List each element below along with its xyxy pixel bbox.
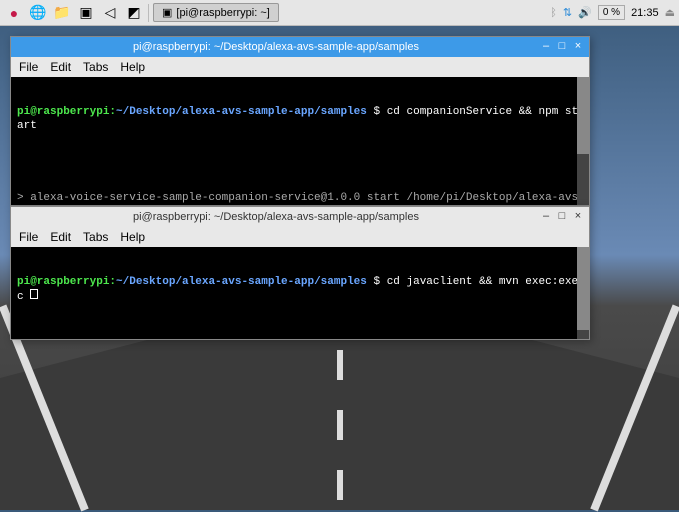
clock[interactable]: 21:35	[631, 7, 659, 19]
app-icon-2[interactable]: ◩	[124, 3, 144, 23]
menu-help[interactable]: Help	[120, 230, 145, 244]
minimize-button[interactable]: –	[539, 210, 553, 224]
prompt-path: ~/Desktop/alexa-avs-sample-app/samples	[116, 106, 367, 118]
menu-tabs[interactable]: Tabs	[83, 60, 108, 74]
taskbar: ● 🌐 📁 ▣ ◁ ◩ ▣ [pi@raspberrypi: ~] ᛒ ⇅ 🔊 …	[0, 0, 679, 26]
terminal-window-1: pi@raspberrypi: ~/Desktop/alexa-avs-samp…	[10, 36, 590, 206]
web-icon[interactable]: 🌐	[28, 3, 48, 23]
terminal-small-icon: ▣	[162, 6, 172, 19]
titlebar[interactable]: pi@raspberrypi: ~/Desktop/alexa-avs-samp…	[11, 207, 589, 227]
menu-bar: File Edit Tabs Help	[11, 57, 589, 77]
maximize-button[interactable]: □	[555, 210, 569, 224]
output-line: > alexa-voice-service-sample-companion-s…	[17, 191, 583, 205]
terminal-output[interactable]: pi@raspberrypi:~/Desktop/alexa-avs-sampl…	[11, 77, 589, 205]
menu-tabs[interactable]: Tabs	[83, 230, 108, 244]
titlebar[interactable]: pi@raspberrypi: ~/Desktop/alexa-avs-samp…	[11, 37, 589, 57]
cursor	[30, 289, 38, 299]
scrollbar[interactable]	[577, 247, 589, 339]
scrollbar[interactable]	[577, 77, 589, 205]
prompt-user: pi@raspberrypi	[17, 276, 109, 288]
window-title: pi@raspberrypi: ~/Desktop/alexa-avs-samp…	[15, 211, 537, 223]
menu-edit[interactable]: Edit	[50, 230, 71, 244]
bluetooth-icon[interactable]: ᛒ	[550, 7, 557, 19]
menu-bar: File Edit Tabs Help	[11, 227, 589, 247]
prompt-user: pi@raspberrypi	[17, 106, 109, 118]
close-button[interactable]: ×	[571, 210, 585, 224]
menu-edit[interactable]: Edit	[50, 60, 71, 74]
battery-indicator[interactable]: 0 %	[598, 5, 625, 20]
taskbar-task[interactable]: ▣ [pi@raspberrypi: ~]	[153, 3, 279, 22]
minimize-button[interactable]: –	[539, 40, 553, 54]
eject-icon[interactable]: ⏏	[665, 6, 675, 19]
app-icon-1[interactable]: ◁	[100, 3, 120, 23]
window-title: pi@raspberrypi: ~/Desktop/alexa-avs-samp…	[15, 41, 537, 53]
files-icon[interactable]: 📁	[52, 3, 72, 23]
menu-file[interactable]: File	[19, 60, 38, 74]
maximize-button[interactable]: □	[555, 40, 569, 54]
menu-file[interactable]: File	[19, 230, 38, 244]
volume-icon[interactable]: 🔊	[578, 6, 592, 19]
menu-icon[interactable]: ●	[4, 3, 24, 23]
network-icon[interactable]: ⇅	[563, 6, 572, 19]
terminal-output[interactable]: pi@raspberrypi:~/Desktop/alexa-avs-sampl…	[11, 247, 589, 339]
close-button[interactable]: ×	[571, 40, 585, 54]
task-title: [pi@raspberrypi: ~]	[176, 7, 269, 19]
terminal-icon[interactable]: ▣	[76, 3, 96, 23]
terminal-window-2: pi@raspberrypi: ~/Desktop/alexa-avs-samp…	[10, 206, 590, 340]
menu-help[interactable]: Help	[120, 60, 145, 74]
prompt-path: ~/Desktop/alexa-avs-sample-app/samples	[116, 276, 367, 288]
